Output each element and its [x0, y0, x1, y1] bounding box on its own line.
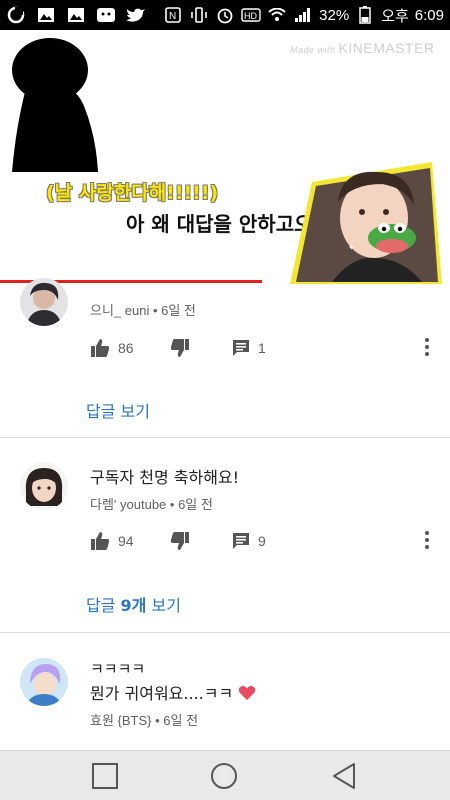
- like-count: 86: [118, 340, 134, 356]
- battery-percent: 32%: [319, 6, 350, 24]
- black-silhouette-image: [12, 38, 98, 172]
- video-overlay[interactable]: Made with KINEMASTER (날 사랑한다해!!!!!) 아 왜 대…: [0, 30, 450, 288]
- comment-time: 6일 전: [161, 303, 196, 318]
- girl-photo-sticker: ✦: [290, 162, 442, 284]
- alarm-icon: [215, 6, 235, 24]
- android-nav-bar: [0, 750, 450, 800]
- gallery-icon-2: [66, 6, 86, 24]
- caption-yellow: (날 사랑한다해!!!!!): [46, 182, 219, 204]
- reply-button[interactable]: 9: [232, 529, 266, 553]
- comment-item: ㅋㅋㅋㅋ 뭔가 귀여워요....ㅋㅋ 효원 {BTS} • 6일 전: [0, 656, 450, 750]
- comment-meta: 으니_ euni • 6일 전: [90, 303, 196, 318]
- comment-meta: 효원 {BTS} • 6일 전: [90, 713, 199, 728]
- recent-apps-icon[interactable]: [90, 761, 120, 791]
- comment-time: 6일 전: [178, 497, 213, 512]
- comment-item: 구독자 천명 축하해요! 다렘' youtube • 6일 전 94 9 답글 …: [0, 462, 450, 632]
- status-time: 6:09: [414, 6, 444, 24]
- home-icon[interactable]: [209, 761, 239, 791]
- svg-text:N: N: [169, 11, 176, 22]
- dislike-button[interactable]: [170, 336, 190, 360]
- avatar[interactable]: [20, 658, 68, 706]
- comment-actions: 94 9: [90, 529, 440, 553]
- comment-text-line1: ㅋㅋㅋㅋ: [90, 660, 146, 678]
- nfc-icon: N: [163, 6, 183, 24]
- view-replies-link[interactable]: 답글 보기: [86, 398, 150, 422]
- comment-author: 다렘' youtube: [90, 497, 167, 512]
- avatar[interactable]: [20, 278, 68, 326]
- heart-emoji-icon: [239, 686, 256, 700]
- view-replies-link[interactable]: 답글 9개 보기: [86, 592, 181, 616]
- divider: [0, 437, 450, 438]
- comment-icon: [233, 340, 249, 356]
- more-options-icon[interactable]: [420, 336, 434, 360]
- status-bar: N HD 32% 오후 6:09: [0, 0, 450, 30]
- like-button[interactable]: 94: [90, 529, 134, 553]
- dislike-button[interactable]: [170, 529, 190, 553]
- comment-meta: 다렘' youtube • 6일 전: [90, 497, 213, 512]
- thumbs-up-icon: [91, 532, 110, 550]
- reply-button[interactable]: 1: [232, 336, 266, 360]
- thumbs-up-icon: [91, 339, 110, 357]
- battery-icon: [355, 6, 375, 24]
- status-ampm: 오후: [381, 7, 409, 25]
- comment-author: 으니_ euni: [90, 303, 150, 318]
- wifi-icon: [267, 6, 287, 24]
- kinemaster-watermark: Made with KINEMASTER: [290, 40, 435, 56]
- comment-text-line2: 뭔가 귀여워요....ㅋㅋ: [90, 680, 256, 704]
- thumbs-down-icon: [170, 532, 189, 550]
- reply-count: 1: [258, 340, 266, 356]
- screen: N HD 32% 오후 6:09 Made with KINEMASTER (날…: [0, 0, 450, 800]
- thumbs-down-icon: [170, 339, 189, 357]
- twitter-icon: [126, 6, 146, 24]
- comment-author: 효원 {BTS}: [90, 713, 152, 728]
- comment-item: 으니_ euni • 6일 전 86 1 답글 보기: [0, 278, 450, 438]
- hd-voice-icon: HD: [241, 6, 261, 24]
- svg-text:HD: HD: [244, 11, 257, 21]
- notification-icon: [6, 6, 26, 24]
- like-button[interactable]: 86: [90, 336, 134, 360]
- avatar[interactable]: [20, 462, 68, 510]
- comment-text: 구독자 천명 축하해요!: [90, 468, 240, 487]
- comment-time: 6일 전: [163, 713, 199, 728]
- back-icon[interactable]: [330, 761, 360, 791]
- reply-count: 9: [258, 533, 266, 549]
- comment-actions: 86 1: [90, 336, 440, 360]
- kakao-icon: [96, 6, 116, 24]
- divider: [0, 632, 450, 633]
- more-options-icon[interactable]: [420, 529, 434, 553]
- svg-text:✦: ✦: [348, 243, 355, 252]
- like-count: 94: [118, 533, 134, 549]
- comment-icon: [233, 533, 249, 549]
- vibrate-icon: [189, 6, 209, 24]
- gallery-icon: [36, 6, 56, 24]
- signal-icon: [293, 6, 313, 24]
